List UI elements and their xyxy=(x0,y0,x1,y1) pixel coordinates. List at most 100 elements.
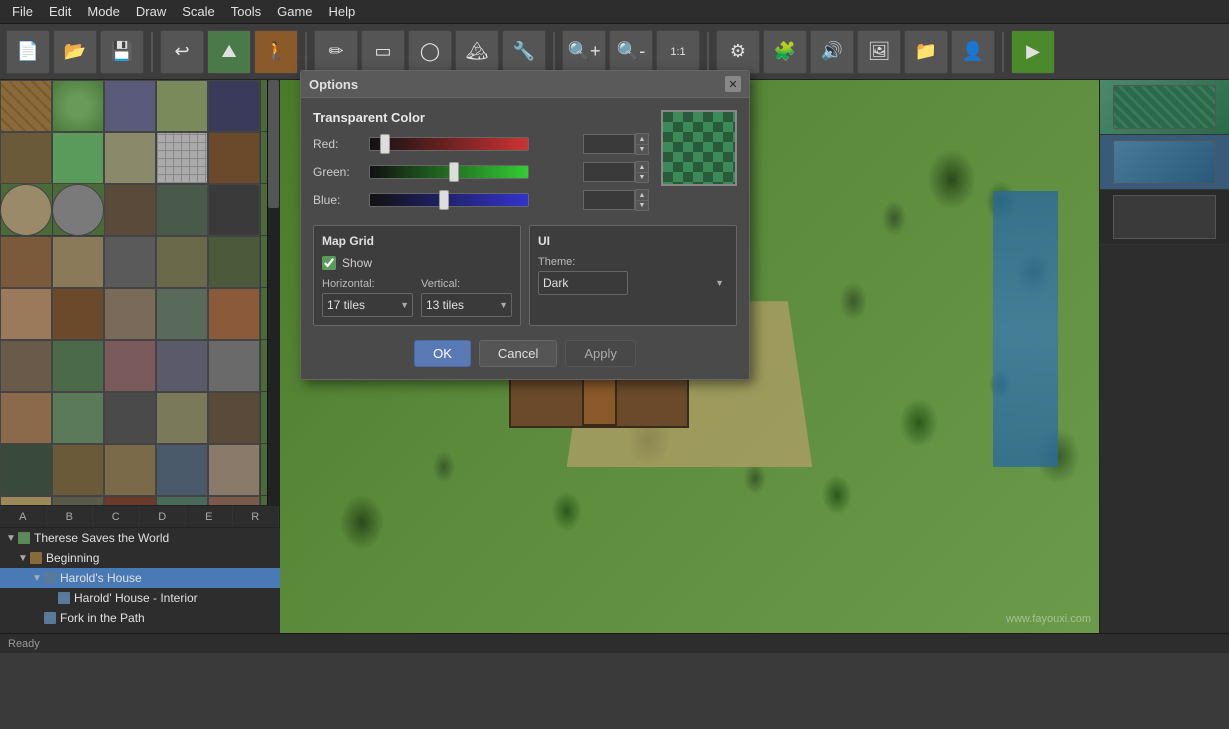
tool-terrain[interactable]: ⛰ xyxy=(207,30,251,74)
tile-cell[interactable] xyxy=(0,80,52,132)
tile-cell[interactable] xyxy=(156,340,208,392)
letter-r[interactable]: R xyxy=(233,506,280,527)
dialog-close-button[interactable]: ✕ xyxy=(725,76,741,92)
tile-cell[interactable] xyxy=(52,80,104,132)
tree-item-world[interactable]: ▼ Therese Saves the World xyxy=(0,528,280,548)
vertical-select[interactable]: 13 tiles 17 tiles 9 tiles 5 tiles xyxy=(421,293,512,317)
tool-zoom-reset[interactable]: 1:1 xyxy=(656,30,700,74)
tool-rect[interactable]: ▭ xyxy=(361,30,405,74)
tile-cell[interactable] xyxy=(156,80,208,132)
apply-button[interactable]: Apply xyxy=(565,340,636,367)
green-value-input[interactable]: 136 xyxy=(583,162,635,182)
tile-cell[interactable] xyxy=(104,288,156,340)
tree-item-fork[interactable]: Fork in the Path xyxy=(0,608,280,628)
tile-cell[interactable] xyxy=(52,496,104,505)
tile-cell[interactable] xyxy=(104,80,156,132)
ok-button[interactable]: OK xyxy=(414,340,471,367)
tool-zoom-in[interactable]: 🔍+ xyxy=(562,30,606,74)
tile-cell[interactable] xyxy=(0,288,52,340)
blue-slider[interactable] xyxy=(369,193,529,207)
menu-tools[interactable]: Tools xyxy=(223,2,269,21)
tile-cell[interactable] xyxy=(104,236,156,288)
tile-cell[interactable] xyxy=(156,444,208,496)
tile-cell[interactable] xyxy=(0,444,52,496)
tile-cell[interactable] xyxy=(0,132,52,184)
letter-c[interactable]: C xyxy=(93,506,140,527)
tile-cell[interactable] xyxy=(156,288,208,340)
tree-item-harolds-house[interactable]: ▼ Harold's House xyxy=(0,568,280,588)
red-slider[interactable] xyxy=(369,137,529,151)
thumb-1[interactable] xyxy=(1100,80,1229,135)
green-slider[interactable] xyxy=(369,165,529,179)
tool-undo[interactable]: ↩ xyxy=(160,30,204,74)
tree-item-beginning[interactable]: ▼ Beginning xyxy=(0,548,280,568)
tool-new[interactable]: 📄 xyxy=(6,30,50,74)
tool-save[interactable]: 💾 xyxy=(100,30,144,74)
green-down-button[interactable]: ▼ xyxy=(635,172,649,183)
tile-scrollbar[interactable] xyxy=(267,80,279,505)
menu-scale[interactable]: Scale xyxy=(174,2,223,21)
tool-flood[interactable]: 🏔 xyxy=(455,30,499,74)
tile-cell[interactable] xyxy=(0,340,52,392)
tile-cell[interactable] xyxy=(156,236,208,288)
tile-cell[interactable] xyxy=(104,392,156,444)
tile-cell[interactable] xyxy=(208,496,260,505)
tool-circle[interactable]: ◯ xyxy=(408,30,452,74)
menu-game[interactable]: Game xyxy=(269,2,320,21)
tool-image[interactable]: 🖼 xyxy=(857,30,901,74)
tile-cell[interactable] xyxy=(208,80,260,132)
tool-open[interactable]: 📂 xyxy=(53,30,97,74)
menu-file[interactable]: File xyxy=(4,2,41,21)
menu-mode[interactable]: Mode xyxy=(79,2,128,21)
show-checkbox[interactable] xyxy=(322,256,336,270)
tile-cell[interactable] xyxy=(52,132,104,184)
tool-sound[interactable]: 🔊 xyxy=(810,30,854,74)
thumb-2[interactable] xyxy=(1100,135,1229,190)
blue-down-button[interactable]: ▼ xyxy=(635,200,649,211)
tool-play[interactable]: ▶ xyxy=(1011,30,1055,74)
red-down-button[interactable]: ▼ xyxy=(635,144,649,155)
tile-cell[interactable] xyxy=(104,340,156,392)
tile-cell[interactable] xyxy=(156,496,208,505)
horizontal-select[interactable]: 17 tiles 13 tiles 9 tiles 5 tiles xyxy=(322,293,413,317)
tile-cell[interactable] xyxy=(156,184,208,236)
tile-cell[interactable] xyxy=(52,288,104,340)
tile-cell[interactable] xyxy=(104,132,156,184)
green-up-button[interactable]: ▲ xyxy=(635,161,649,172)
letter-d[interactable]: D xyxy=(140,506,187,527)
menu-help[interactable]: Help xyxy=(321,2,364,21)
red-up-button[interactable]: ▲ xyxy=(635,133,649,144)
letter-a[interactable]: A xyxy=(0,506,47,527)
tile-cell[interactable] xyxy=(52,392,104,444)
tile-cell[interactable] xyxy=(104,184,156,236)
tool-avatar[interactable]: 👤 xyxy=(951,30,995,74)
tool-settings[interactable]: ⚙ xyxy=(716,30,760,74)
tree-item-harolds-interior[interactable]: Harold' House - Interior xyxy=(0,588,280,608)
tile-cell[interactable] xyxy=(208,184,260,236)
tile-cell[interactable] xyxy=(208,132,260,184)
tile-cell[interactable] xyxy=(52,184,104,236)
tile-cell[interactable] xyxy=(0,392,52,444)
thumb-3[interactable] xyxy=(1100,190,1229,245)
tool-folder[interactable]: 📁 xyxy=(904,30,948,74)
tile-cell[interactable] xyxy=(0,496,52,505)
tile-cell[interactable] xyxy=(208,288,260,340)
tool-special[interactable]: 🔧 xyxy=(502,30,546,74)
tile-cell[interactable] xyxy=(208,236,260,288)
theme-select[interactable]: Dark Light xyxy=(538,271,628,295)
tile-cell[interactable] xyxy=(104,496,156,505)
tile-cell[interactable] xyxy=(208,340,260,392)
tile-grid[interactable] xyxy=(0,80,267,505)
tile-cell[interactable] xyxy=(156,392,208,444)
tool-zoom-out[interactable]: 🔍- xyxy=(609,30,653,74)
tile-cell[interactable] xyxy=(208,392,260,444)
red-value-input[interactable]: 17 xyxy=(583,134,635,154)
letter-b[interactable]: B xyxy=(47,506,94,527)
tool-player[interactable]: 🚶 xyxy=(254,30,298,74)
cancel-button[interactable]: Cancel xyxy=(479,340,557,367)
tile-cell[interactable] xyxy=(156,132,208,184)
tile-cell[interactable] xyxy=(52,340,104,392)
tile-cell[interactable] xyxy=(0,236,52,288)
tile-cell[interactable] xyxy=(52,236,104,288)
letter-e[interactable]: E xyxy=(186,506,233,527)
